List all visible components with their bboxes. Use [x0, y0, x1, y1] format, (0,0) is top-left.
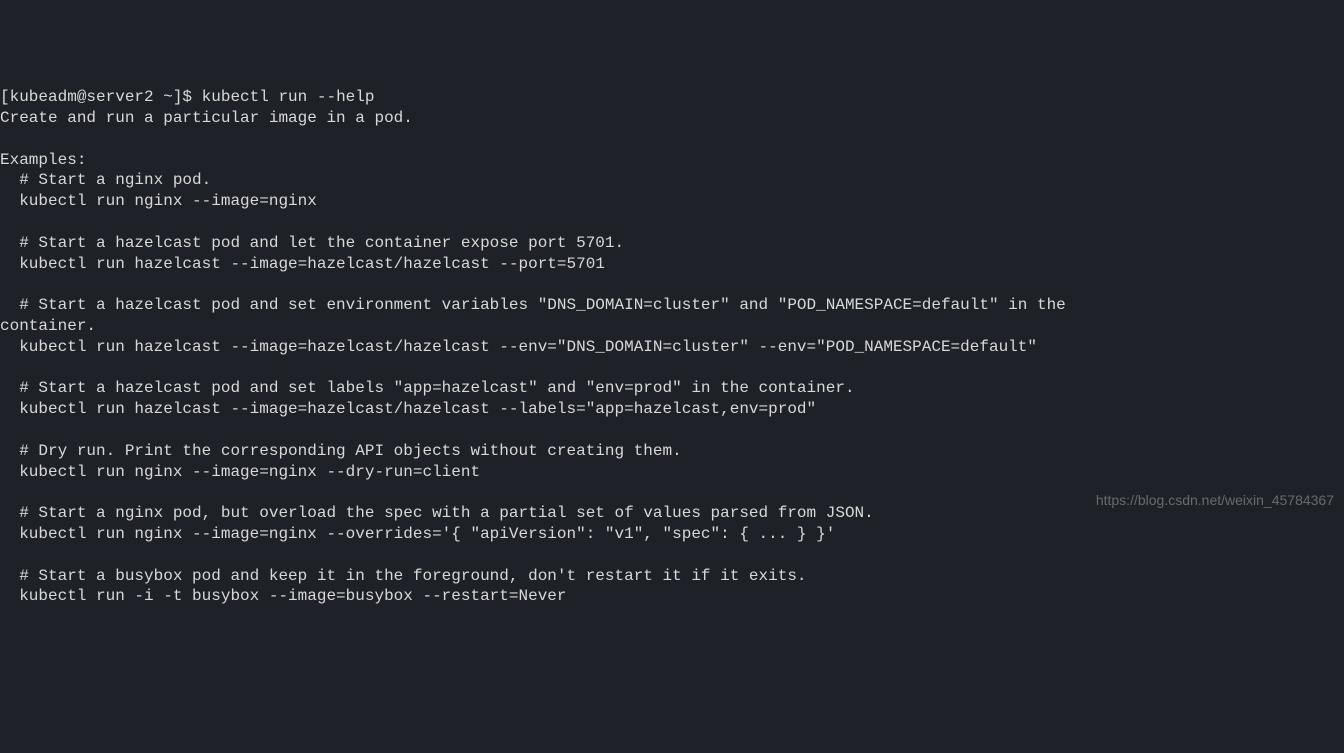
watermark-text: https://blog.csdn.net/weixin_45784367 [1096, 491, 1334, 509]
shell-prompt: [kubeadm@server2 ~]$ [0, 88, 202, 106]
terminal-output: [kubeadm@server2 ~]$ kubectl run --help … [0, 87, 1344, 607]
shell-command: kubectl run --help [202, 88, 375, 106]
command-output: Create and run a particular image in a p… [0, 109, 1066, 605]
